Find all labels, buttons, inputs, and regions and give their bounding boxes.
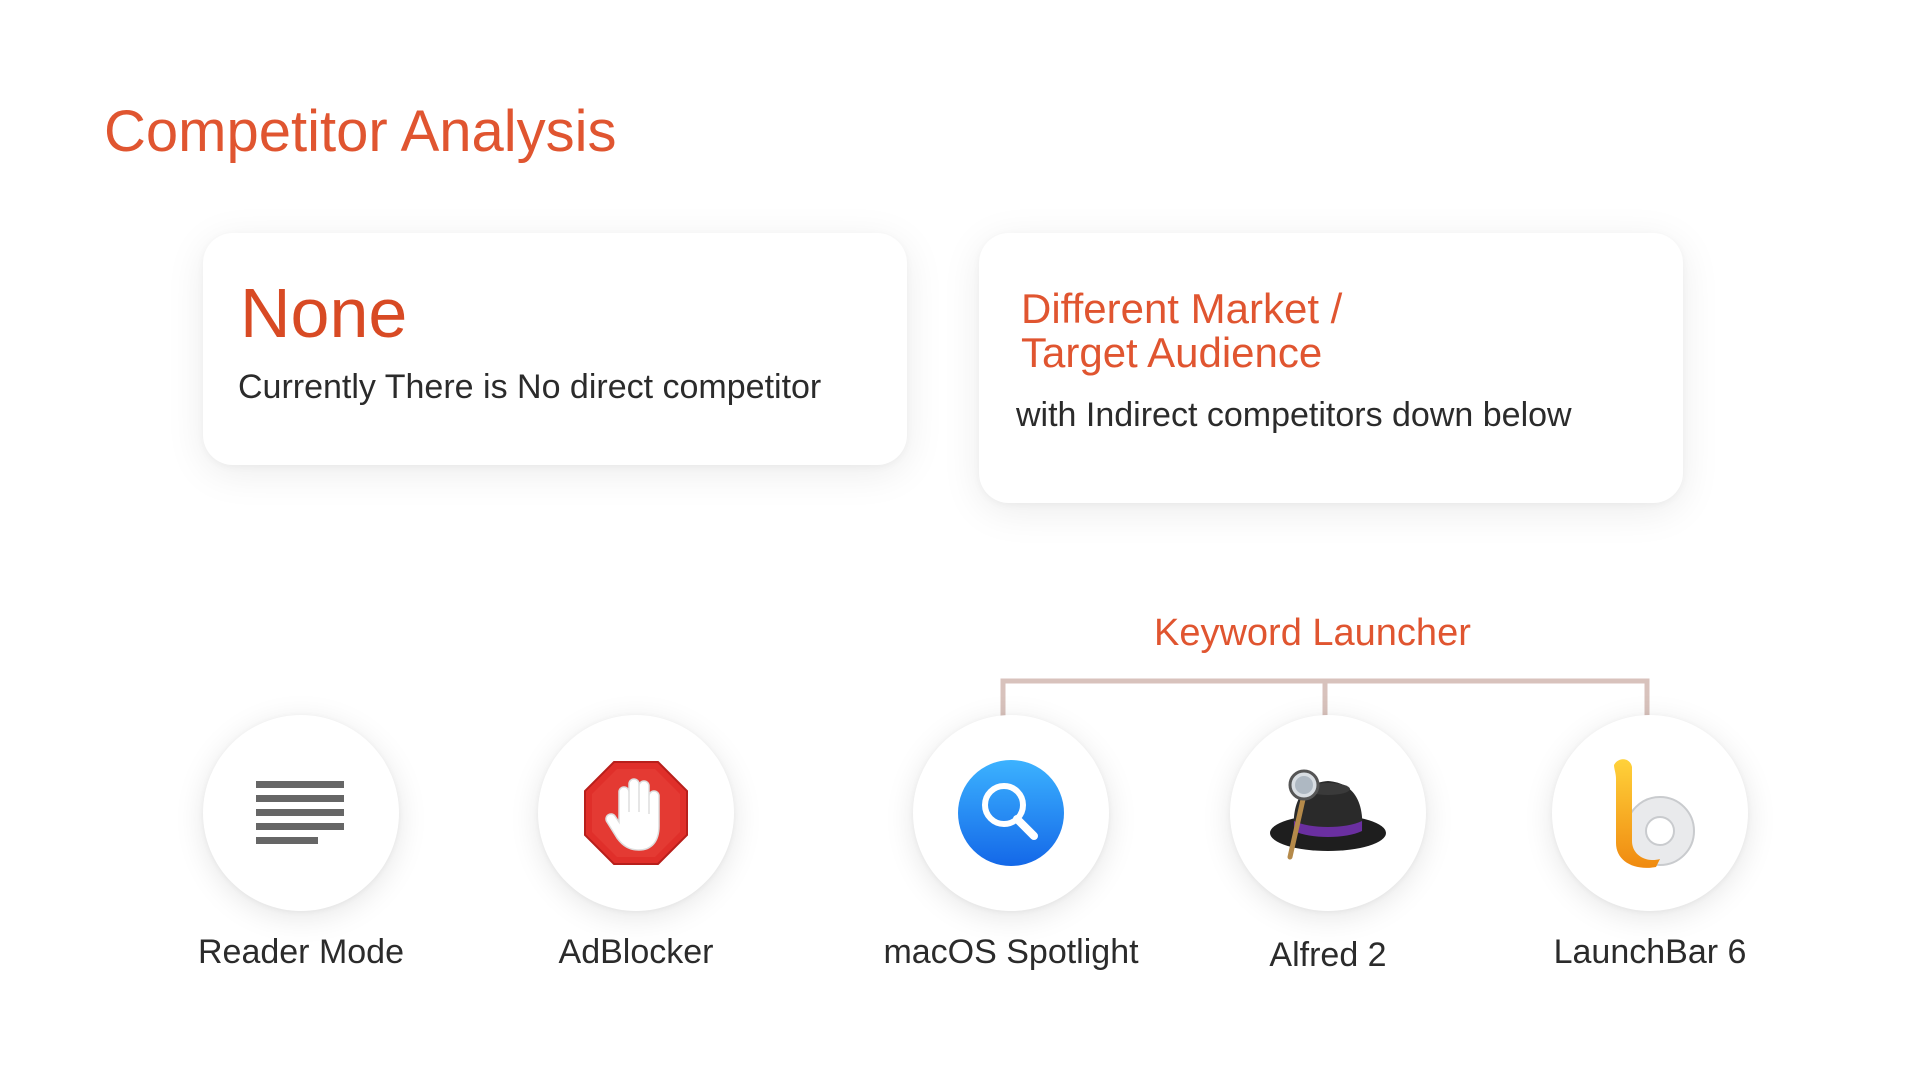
launchbar-icon [1614, 759, 1695, 868]
spotlight-magnifier-icon [958, 760, 1064, 866]
tool-adblocker: AdBlocker [538, 715, 734, 971]
tool-circle [913, 715, 1109, 911]
tool-circle [538, 715, 734, 911]
no-competitor-card: None Currently There is No direct compet… [203, 233, 907, 465]
card-heading-line-2: Target Audience [1021, 329, 1323, 376]
tool-label: AdBlocker [558, 933, 714, 971]
slide: Competitor Analysis None Currently There… [0, 0, 1920, 1080]
card-text-no-competitor: Currently There is No direct competitor [238, 368, 822, 406]
tool-label: Reader Mode [197, 933, 405, 971]
tool-circle [203, 715, 399, 911]
alfred-hat-icon [1270, 769, 1386, 860]
tool-reader-mode: Reader Mode [198, 715, 404, 971]
card-heading-different-market: Different Market / Target Audience [1021, 287, 1342, 375]
card-heading-line-1: Different Market / [1021, 285, 1343, 332]
tool-launchbar-6: LaunchBar 6 [1552, 715, 1748, 971]
tool-label: LaunchBar 6 [1553, 933, 1747, 971]
reader-mode-icon [256, 781, 344, 844]
tool-label: macOS Spotlight [883, 933, 1139, 971]
tool-circle [1552, 715, 1748, 911]
keyword-launcher-label: Keyword Launcher [1154, 612, 1471, 654]
tool-macos-spotlight: macOS Spotlight [883, 715, 1139, 971]
tool-alfred-2: Alfred 2 [1230, 715, 1426, 974]
adblock-hand-icon [584, 761, 688, 865]
tool-circle [1230, 715, 1426, 911]
tool-label: Alfred 2 [1269, 936, 1387, 974]
different-market-card: Different Market / Target Audience with … [979, 233, 1683, 503]
card-heading-none: None [240, 274, 408, 352]
page-title: Competitor Analysis [104, 99, 617, 164]
card-text-indirect: with Indirect competitors down below [1016, 396, 1572, 434]
